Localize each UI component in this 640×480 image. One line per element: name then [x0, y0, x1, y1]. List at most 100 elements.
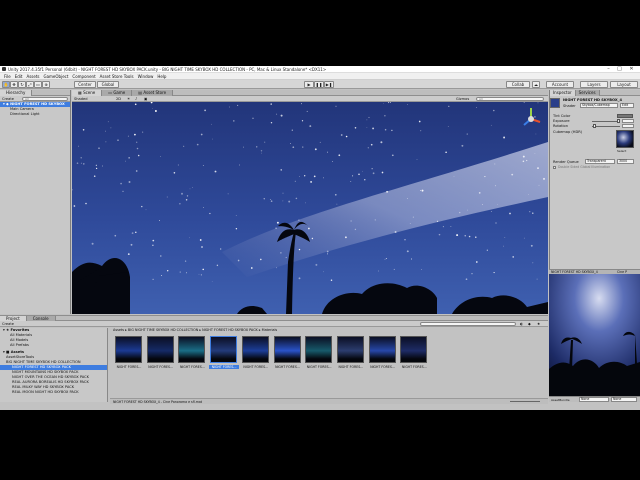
pause-button[interactable]: ❚❚ — [314, 81, 324, 88]
folder-moon-night[interactable]: REAL MOON NIGHT HD SKYBOX PACK — [0, 390, 107, 395]
star — [200, 133, 203, 136]
shader-label: Shader — [563, 104, 576, 108]
rotate-tool-icon[interactable]: ↻ — [18, 81, 26, 88]
move-tool-icon[interactable]: ✥ — [10, 81, 18, 88]
star — [114, 234, 117, 237]
shader-edit-button[interactable]: Edit — [620, 103, 634, 108]
material-thumbnail[interactable] — [241, 336, 269, 363]
breadcrumb[interactable]: Assets ▸ BIG NIGHT TIME SKYBOX HD COLLEC… — [110, 328, 548, 333]
star — [237, 259, 240, 262]
material-thumbnail[interactable] — [210, 336, 238, 363]
space-toggle[interactable]: Global — [97, 81, 119, 88]
star — [522, 155, 525, 158]
shader-dropdown[interactable]: Skybox/Cubemap — [580, 103, 618, 108]
assetbundle-variant-dropdown[interactable]: None — [611, 397, 637, 402]
exposure-slider-handle[interactable] — [617, 119, 620, 123]
close-button[interactable]: ✕ — [627, 66, 636, 73]
menu-window[interactable]: Window — [138, 73, 154, 80]
axis-gizmo-icon — [523, 108, 541, 126]
star — [127, 253, 130, 255]
double-sided-gi-checkbox[interactable] — [553, 166, 556, 169]
thumbnail-size-slider[interactable] — [510, 401, 540, 402]
material-thumbnail[interactable] — [115, 336, 142, 363]
filter-by-label-icon[interactable]: ◆ — [528, 321, 531, 327]
material-thumbnail[interactable] — [178, 336, 206, 363]
selected-asset-path: NIGHT FOREST HD SKYBOX_4 - Cine Panorama… — [113, 400, 203, 404]
material-thumbnail[interactable] — [400, 336, 428, 363]
star — [336, 203, 338, 205]
inspector-tabbar: Inspector Services — [550, 90, 640, 96]
assetbundle-name-dropdown[interactable]: None — [579, 397, 609, 402]
tab-services[interactable]: Services — [575, 90, 600, 96]
rotation-field[interactable] — [622, 124, 634, 128]
menu-gameobject[interactable]: GameObject — [43, 73, 68, 80]
hierarchy-create-button[interactable]: Create — [2, 96, 14, 102]
rect-tool-icon[interactable]: ▭ — [34, 81, 42, 88]
material-thumbnail[interactable] — [146, 336, 174, 363]
hierarchy-search-input[interactable]: All — [22, 97, 68, 101]
render-queue-dropdown[interactable]: Transparent — [585, 159, 615, 164]
tab-inspector[interactable]: Inspector — [550, 90, 576, 96]
menu-edit[interactable]: Edit — [15, 73, 23, 80]
filter-by-type-icon[interactable]: ◐ — [520, 321, 523, 327]
cubemap-thumbnail[interactable] — [616, 130, 634, 148]
collab-button[interactable]: Collab — [506, 81, 530, 88]
star — [275, 227, 277, 230]
star — [416, 159, 418, 160]
cubemap-select-button[interactable]: Select — [617, 149, 626, 153]
star — [256, 146, 258, 148]
maximize-button[interactable]: □ — [615, 66, 624, 73]
menu-assets[interactable]: Assets — [26, 73, 39, 80]
material-thumbnail[interactable] — [273, 336, 301, 363]
project-search-input[interactable] — [420, 322, 516, 326]
layers-dropdown[interactable]: Layers — [580, 81, 608, 88]
hand-tool-icon[interactable]: ✋ — [2, 81, 10, 88]
menu-asset-store-tools[interactable]: Asset Store Tools — [100, 73, 134, 80]
star — [80, 162, 82, 164]
project-create-button[interactable]: Create — [2, 321, 14, 327]
star — [384, 115, 386, 117]
star — [216, 264, 219, 267]
minimize-button[interactable]: – — [604, 66, 613, 73]
exposure-slider[interactable] — [592, 121, 620, 122]
material-thumbnail[interactable] — [368, 336, 396, 363]
star — [350, 181, 352, 182]
project-toolbar: Create ◐ ◆ ★ — [0, 321, 548, 327]
star — [202, 164, 204, 167]
menu-help[interactable]: Help — [157, 73, 166, 80]
cubemap-label: Cubemap (HDR) — [553, 130, 583, 134]
favorite-star-icon[interactable]: ★ — [537, 321, 540, 327]
rotation-slider-handle[interactable] — [593, 124, 596, 128]
cloud-icon[interactable]: ☁ — [532, 81, 540, 88]
hierarchy-item-directional-light[interactable]: Directional Light — [0, 112, 70, 117]
exposure-label: Exposure — [553, 119, 570, 123]
scale-tool-icon[interactable]: ⤢ — [26, 81, 34, 88]
layout-dropdown[interactable]: Layout — [610, 81, 638, 88]
account-dropdown[interactable]: Account — [546, 81, 574, 88]
render-queue-number[interactable]: 3000 — [617, 159, 634, 164]
star — [504, 237, 506, 239]
star — [201, 246, 203, 248]
material-thumbnail[interactable] — [336, 336, 364, 363]
star — [252, 117, 254, 119]
skybox-preview[interactable] — [549, 274, 640, 396]
star — [280, 114, 283, 117]
play-button[interactable]: ▶ — [304, 81, 314, 88]
transform-tool-icon[interactable]: ⊕ — [42, 81, 50, 88]
material-thumbnail[interactable] — [305, 336, 333, 363]
pivot-toggle[interactable]: Center — [74, 81, 96, 88]
rotation-slider[interactable] — [592, 126, 620, 127]
exposure-field[interactable] — [622, 119, 634, 123]
star — [93, 175, 96, 177]
scene-search-input[interactable]: All — [476, 97, 544, 101]
scene-orientation-gizmo[interactable] — [518, 106, 544, 132]
tint-color-swatch[interactable] — [617, 114, 633, 118]
scene-root-label: NIGHT FOREST HD SKYBOX — [10, 102, 65, 106]
star — [418, 120, 421, 123]
menu-file[interactable]: File — [4, 73, 11, 80]
favorite-all-prefabs[interactable]: All Prefabs — [0, 343, 107, 348]
scene-viewport[interactable] — [72, 102, 548, 314]
step-button[interactable]: ▶❚ — [324, 81, 334, 88]
star — [372, 127, 375, 130]
menu-component[interactable]: Component — [72, 73, 95, 80]
